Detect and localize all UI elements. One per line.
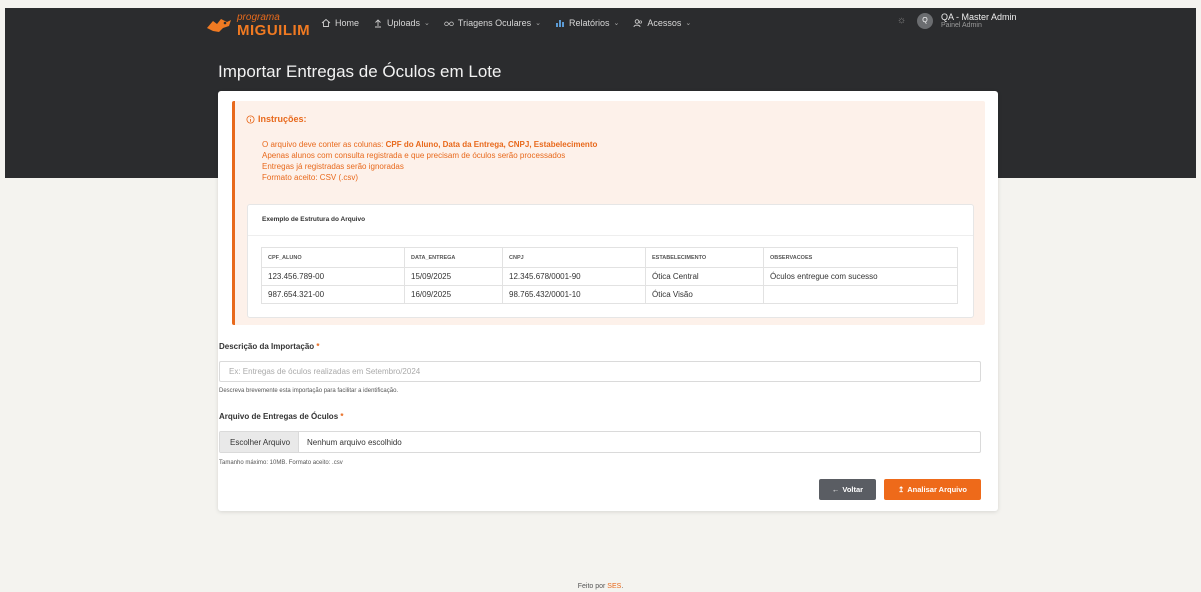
user-menu[interactable]: ☼ Q QA - Master Admin Painel Admin	[897, 12, 1017, 29]
nav-relatorios[interactable]: Relatórios ⌄	[555, 18, 619, 28]
table-header-row: CPF_ALUNO DATA_ENTREGA CNPJ ESTABELECIME…	[261, 247, 958, 268]
theme-toggle-icon[interactable]: ☼	[897, 15, 909, 27]
upload-icon	[375, 19, 382, 28]
table-cell	[763, 285, 958, 304]
nav-uploads-label: Uploads	[387, 18, 421, 28]
brand-logo[interactable]: programa MIGUILIM	[205, 13, 310, 38]
top-frame	[0, 0, 1201, 8]
logo-icon	[207, 18, 231, 32]
file-status: Nenhum arquivo escolhido	[307, 437, 402, 447]
footer: Feito por SES.	[0, 583, 1201, 590]
divider	[248, 235, 973, 236]
nav-home[interactable]: Home	[321, 18, 359, 28]
column-header: CPF_ALUNO	[261, 247, 405, 268]
nav-acessos-label: Acessos	[647, 18, 682, 28]
import-card: Instruções: O arquivo deve conter as col…	[218, 91, 998, 511]
description-help: Descreva brevemente esta importação para…	[219, 388, 399, 394]
analyze-file-button[interactable]: ↥ Analisar Arquivo	[884, 479, 981, 500]
footer-suffix: .	[621, 583, 624, 590]
instruction-line: Formato aceito: CSV (.csv)	[262, 173, 359, 182]
arrow-left-icon: ←	[831, 485, 840, 494]
glasses-icon	[444, 21, 454, 27]
choose-file-button[interactable]: Escolher Arquivo	[220, 432, 300, 452]
nav-triagens-label: Triagens Oculares	[457, 18, 532, 28]
example-table: CPF_ALUNO DATA_ENTREGA CNPJ ESTABELECIME…	[261, 247, 958, 304]
column-header: ESTABELECIMENTO	[645, 247, 764, 268]
analyze-button-label: Analisar Arquivo	[907, 485, 968, 494]
chevron-down-icon: ⌄	[424, 20, 430, 27]
bar-chart-icon	[556, 20, 564, 27]
instruction-line1-columns: CPF do Aluno, Data da Entrega, CNPJ, Est…	[385, 140, 598, 149]
back-button-label: Voltar	[842, 485, 864, 494]
info-icon	[246, 114, 255, 124]
table-cell: Ótica Central	[645, 267, 764, 286]
chevron-down-icon: ⌄	[685, 20, 692, 27]
description-input[interactable]: Ex: Entregas de óculos realizadas em Set…	[219, 361, 981, 382]
users-icon	[633, 19, 643, 28]
avatar: Q	[917, 12, 933, 29]
instructions-title: Instruções:	[246, 114, 307, 124]
table-cell: Óculos entregue com sucesso	[763, 267, 958, 286]
table-cell: 98.765.432/0001-10	[502, 285, 646, 304]
chevron-down-icon: ⌄	[535, 20, 541, 27]
file-label-text: Arquivo de Entregas de Óculos	[219, 412, 339, 421]
instruction-line1-prefix: O arquivo deve conter as colunas:	[262, 140, 386, 149]
brand-line2: MIGUILIM	[237, 22, 311, 39]
description-label: Descrição da Importação *	[219, 342, 320, 351]
instructions-list: O arquivo deve conter as colunas: CPF do…	[262, 139, 597, 183]
required-mark: *	[340, 412, 344, 421]
file-input[interactable]: Escolher Arquivo Nenhum arquivo escolhid…	[219, 431, 981, 453]
nav-relatorios-label: Relatórios	[569, 18, 610, 28]
column-header: DATA_ENTREGA	[404, 247, 503, 268]
example-structure-card: Exemplo de Estrutura do Arquivo CPF_ALUN…	[247, 204, 974, 318]
upload-icon: ↥	[897, 485, 905, 494]
table-row: 123.456.789-00 15/09/2025 12.345.678/000…	[261, 267, 958, 286]
nav-triagens[interactable]: Triagens Oculares ⌄	[444, 18, 541, 28]
description-placeholder: Ex: Entregas de óculos realizadas em Set…	[229, 367, 421, 376]
back-button[interactable]: ← Voltar	[819, 479, 876, 500]
description-label-text: Descrição da Importação	[219, 342, 315, 351]
table-cell: 15/09/2025	[404, 267, 503, 286]
instruction-line: Apenas alunos com consulta registrada e …	[262, 151, 566, 160]
file-help: Tamanho máximo: 10MB. Formato aceito: .c…	[219, 460, 343, 466]
main-nav: Home Uploads ⌄ Triagens Oculares ⌄ Relat…	[321, 18, 691, 28]
user-name: QA - Master Admin	[941, 12, 1017, 22]
required-mark: *	[316, 342, 320, 351]
table-cell: 123.456.789-00	[261, 267, 405, 286]
table-cell: 16/09/2025	[404, 285, 503, 304]
table-cell: 987.654.321-00	[261, 285, 405, 304]
nav-uploads[interactable]: Uploads ⌄	[373, 18, 430, 28]
nav-home-label: Home	[335, 18, 360, 28]
instructions-title-text: Instruções:	[258, 114, 307, 124]
instruction-line: Entregas já registradas serão ignoradas	[262, 162, 404, 171]
file-label: Arquivo de Entregas de Óculos *	[219, 412, 344, 421]
user-role: Painel Admin	[941, 22, 982, 29]
column-header: CNPJ	[502, 247, 646, 268]
footer-link[interactable]: SES	[607, 583, 621, 590]
instruction-line: O arquivo deve conter as colunas: CPF do…	[262, 139, 597, 150]
example-title: Exemplo de Estrutura do Arquivo	[262, 216, 366, 223]
table-cell: Ótica Visão	[645, 285, 764, 304]
chevron-down-icon: ⌄	[613, 20, 620, 27]
nav-acessos[interactable]: Acessos ⌄	[633, 18, 691, 28]
column-header: OBSERVACOES	[763, 247, 958, 268]
page-title: Importar Entregas de Óculos em Lote	[218, 62, 502, 81]
footer-text: Feito por	[577, 583, 608, 590]
instructions-alert: Instruções: O arquivo deve conter as col…	[232, 101, 985, 325]
home-icon	[321, 18, 331, 27]
table-cell: 12.345.678/0001-90	[502, 267, 646, 286]
table-row: 987.654.321-00 16/09/2025 98.765.432/000…	[261, 285, 958, 304]
